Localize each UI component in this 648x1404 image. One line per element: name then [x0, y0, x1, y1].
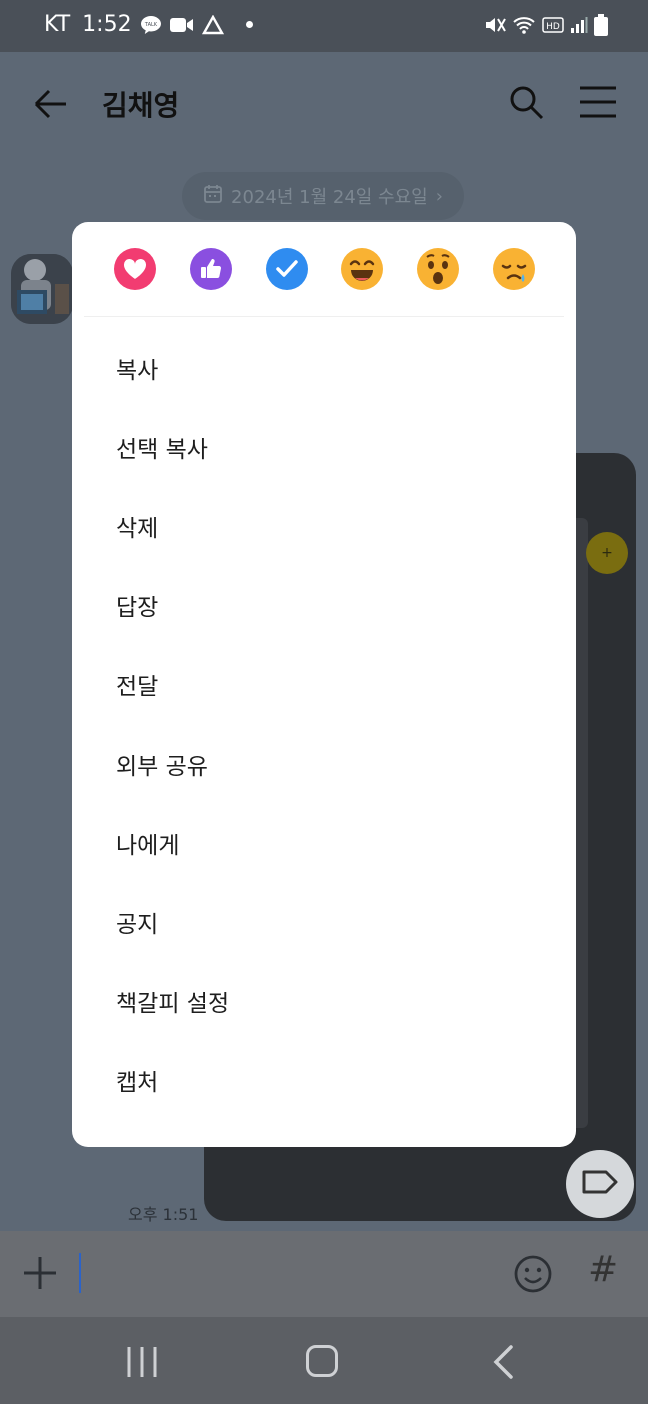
reaction-badge[interactable]: + [586, 532, 628, 574]
date-label: 2024년 1월 24일 수요일 [231, 187, 428, 208]
chat-header: 김채영 [0, 52, 648, 152]
input-bar: # [0, 1231, 648, 1317]
message-input[interactable] [79, 1253, 81, 1293]
message-time: 오후 1:51 [128, 1205, 199, 1224]
thumbs-up-reaction[interactable] [189, 248, 232, 290]
svg-text:HD: HD [546, 22, 560, 32]
system-nav-bar [0, 1317, 648, 1404]
tag-button[interactable] [566, 1150, 634, 1218]
menu-item-copy[interactable]: 복사 [72, 328, 576, 407]
wifi-icon [512, 15, 536, 39]
check-reaction[interactable] [265, 248, 308, 290]
mute-icon [484, 15, 506, 39]
laugh-reaction[interactable] [341, 248, 384, 290]
carrier-label: KT [44, 12, 71, 37]
menu-item-reply[interactable]: 답장 [72, 566, 576, 645]
menu-item-delete[interactable]: 삭제 [72, 486, 576, 565]
heart-reaction[interactable] [114, 248, 156, 290]
date-chip[interactable]: 2024년 1월 24일 수요일 › [182, 172, 464, 220]
surprised-reaction[interactable] [417, 248, 460, 290]
menu-item-capture[interactable]: 캡처 [72, 1041, 576, 1120]
reaction-bar [72, 222, 576, 316]
menu-item-forward[interactable]: 전달 [72, 645, 576, 724]
search-icon[interactable] [506, 82, 546, 122]
tag-icon [581, 1168, 619, 1200]
menu-divider [84, 316, 564, 317]
sad-reaction[interactable] [492, 248, 535, 290]
avatar[interactable] [11, 254, 73, 324]
back-arrow-icon[interactable] [30, 84, 70, 124]
talk-icon: TALK [140, 15, 162, 35]
emoji-icon[interactable] [513, 1254, 553, 1294]
menu-item-notice[interactable]: 공지 [72, 882, 576, 961]
status-left: KT 1:52 TALK [44, 12, 253, 37]
clock: 1:52 [82, 12, 132, 37]
status-right: HD [484, 14, 608, 40]
plus-icon[interactable] [22, 1255, 58, 1291]
menu-item-external-share[interactable]: 외부 공유 [72, 724, 576, 803]
hash-icon[interactable]: # [588, 1249, 618, 1290]
calendar-icon [203, 184, 223, 209]
video-icon [169, 17, 194, 33]
context-menu: 복사 선택 복사 삭제 답장 전달 외부 공유 나에게 공지 책갈피 설정 캡처 [72, 222, 576, 1147]
dot-icon [245, 21, 253, 28]
chat-title: 김채영 [102, 89, 180, 122]
nav-back-icon[interactable] [492, 1345, 514, 1383]
menu-list: 복사 선택 복사 삭제 답장 전달 외부 공유 나에게 공지 책갈피 설정 캡처 [72, 328, 576, 1120]
menu-icon[interactable] [578, 84, 618, 120]
hd-icon: HD [542, 17, 564, 37]
recent-apps-icon[interactable] [126, 1347, 158, 1381]
battery-icon [594, 14, 608, 40]
drive-icon [201, 14, 224, 35]
menu-item-to-me[interactable]: 나에게 [72, 803, 576, 882]
status-bar: KT 1:52 TALK HD [0, 0, 648, 52]
menu-item-bookmark[interactable]: 책갈피 설정 [72, 962, 576, 1041]
signal-icon [570, 16, 588, 38]
menu-item-select-copy[interactable]: 선택 복사 [72, 407, 576, 486]
svg-text:TALK: TALK [144, 22, 158, 28]
home-icon[interactable] [306, 1345, 338, 1377]
chevron-right-icon: › [435, 185, 443, 207]
